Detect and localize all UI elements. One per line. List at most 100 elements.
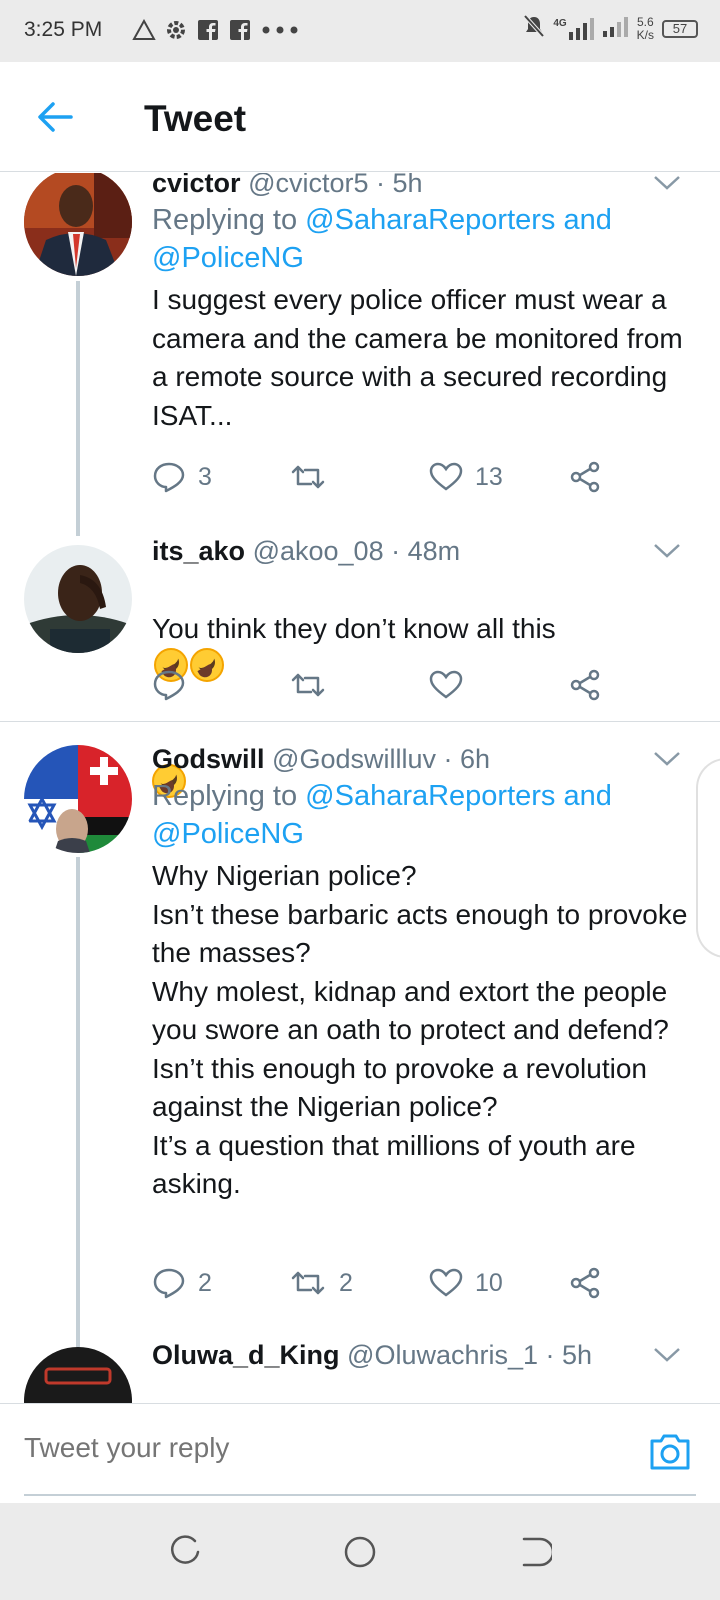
display-name[interactable]: Oluwa_d_King <box>152 1340 340 1370</box>
reply-composer <box>0 1403 720 1503</box>
retweet-count: 2 <box>339 1268 353 1297</box>
facebook-icon <box>196 18 220 42</box>
chevron-down-icon[interactable] <box>652 749 682 769</box>
recent-apps-icon[interactable] <box>168 1535 202 1569</box>
like-button[interactable]: 10 <box>429 1263 569 1303</box>
network-type: 4G <box>553 17 567 29</box>
notification-icons <box>132 18 300 42</box>
reply-feed[interactable]: cvictor @cvictor5 · 5h Replying to @Saha… <box>0 173 720 1403</box>
retweet-icon <box>291 465 325 489</box>
signal-4g-icon: 4G <box>553 17 594 40</box>
replying-to-label: Replying to <box>152 780 298 812</box>
facebook-icon <box>228 18 252 42</box>
tweet-header: Godswill @Godswillluv · 6h <box>152 741 692 777</box>
battery-icon: 57 <box>662 19 698 38</box>
tweet-actions <box>152 665 612 705</box>
back-arrow-icon <box>38 102 73 132</box>
back-nav-icon[interactable] <box>518 1535 552 1569</box>
retweet-button[interactable] <box>289 665 429 705</box>
reply-button[interactable]: 2 <box>152 1263 289 1303</box>
status-time: 3:25 PM <box>24 18 103 41</box>
avatar[interactable] <box>24 1347 132 1403</box>
display-name[interactable]: cvictor <box>152 173 241 198</box>
replying-to-label: Replying to <box>152 204 298 236</box>
share-icon <box>570 669 600 701</box>
camera-button[interactable] <box>648 1432 692 1476</box>
reply-input[interactable] <box>24 1432 604 1464</box>
signal-icon <box>602 15 629 42</box>
retweet-icon <box>291 673 325 697</box>
back-button[interactable] <box>30 92 80 142</box>
tweet-time: · 5h <box>376 173 423 198</box>
system-nav-bar <box>0 1503 720 1600</box>
username[interactable]: @akoo_08 <box>253 536 384 566</box>
share-button[interactable] <box>569 665 601 705</box>
speed-unit: K/s <box>636 27 654 42</box>
chevron-down-icon[interactable] <box>652 173 682 193</box>
tweet-text-content: You think they don’t know all this <box>152 612 556 644</box>
home-icon[interactable] <box>343 1535 377 1569</box>
username[interactable]: @cvictor5 <box>248 173 368 198</box>
share-button[interactable] <box>569 1263 601 1303</box>
heart-icon <box>429 670 463 699</box>
like-button[interactable] <box>429 665 569 705</box>
share-icon <box>570 1267 600 1299</box>
tweet-text: I suggest every police officer must wear… <box>152 284 683 431</box>
system-indicators: 4G 5.6 K/s 57 <box>523 14 698 43</box>
reply-count: 3 <box>198 462 212 491</box>
network-speed: 5.6 K/s <box>636 14 654 42</box>
reply-count: 2 <box>198 1268 212 1297</box>
thread-line <box>76 857 80 1403</box>
display-name[interactable]: its_ako <box>152 536 245 566</box>
mute-bell-icon <box>523 14 545 43</box>
top-app-bar: Tweet <box>0 62 720 172</box>
username[interactable]: @Oluwachris_1 <box>347 1340 538 1370</box>
retweet-icon <box>291 1271 325 1295</box>
heart-icon <box>429 1268 463 1297</box>
tweet-text: Why Nigerian police? Isn’t these barbari… <box>152 860 688 1199</box>
retweet-button[interactable]: 2 <box>289 1263 429 1303</box>
replying-to: Replying to @SaharaReporters and @Police… <box>152 777 692 853</box>
thread-separator <box>0 721 720 722</box>
tweet-body: Oluwa_d_King @Oluwachris_1 · 5h <box>152 1337 692 1373</box>
gear-icon <box>164 18 188 42</box>
reply-button[interactable] <box>152 665 289 705</box>
share-icon <box>570 461 600 493</box>
camera-icon <box>650 1434 690 1470</box>
reply-icon <box>153 1268 185 1299</box>
tweet-time: · 48m <box>391 536 461 566</box>
tweet-actions: 2 2 10 <box>152 1263 612 1303</box>
tweet-actions: 3 13 <box>152 457 612 497</box>
avatar[interactable] <box>24 745 132 853</box>
warning-icon <box>132 18 156 42</box>
reply-icon <box>153 670 185 701</box>
username[interactable]: @Godswillluv <box>272 744 436 774</box>
reply-button[interactable]: 3 <box>152 457 289 497</box>
chevron-down-icon[interactable] <box>652 1345 682 1365</box>
share-button[interactable] <box>569 457 601 497</box>
tweet-body: Godswill @Godswillluv · 6h Replying to @… <box>152 741 692 1204</box>
more-dots-icon <box>260 18 300 42</box>
tweet-body: cvictor @cvictor5 · 5h Replying to @Saha… <box>152 173 692 435</box>
like-count: 13 <box>475 462 503 491</box>
tweet-time: · 6h <box>443 744 491 774</box>
thread-line <box>76 281 80 536</box>
tweet-header: cvictor @cvictor5 · 5h <box>152 173 692 201</box>
like-button[interactable]: 13 <box>429 457 569 497</box>
display-name[interactable]: Godswill <box>152 744 265 774</box>
reply-icon <box>153 462 185 493</box>
replying-to: Replying to @SaharaReporters and @Police… <box>152 201 692 277</box>
chevron-down-icon[interactable] <box>652 541 682 561</box>
speed-value: 5.6 <box>636 14 654 29</box>
status-bar: 3:25 PM 4G 5.6 K/s 57 <box>0 0 720 62</box>
retweet-button[interactable] <box>289 457 429 497</box>
edge-panel-handle[interactable] <box>696 758 720 958</box>
avatar[interactable] <box>24 173 132 276</box>
tweet-header: Oluwa_d_King @Oluwachris_1 · 5h <box>152 1337 692 1373</box>
reply-input-underline <box>24 1494 696 1496</box>
like-count: 10 <box>475 1268 503 1297</box>
tweet-time: · 5h <box>545 1340 593 1370</box>
heart-icon <box>429 462 463 491</box>
avatar[interactable] <box>24 545 132 653</box>
tweet-header: its_ako @akoo_08 · 48m <box>152 533 692 569</box>
